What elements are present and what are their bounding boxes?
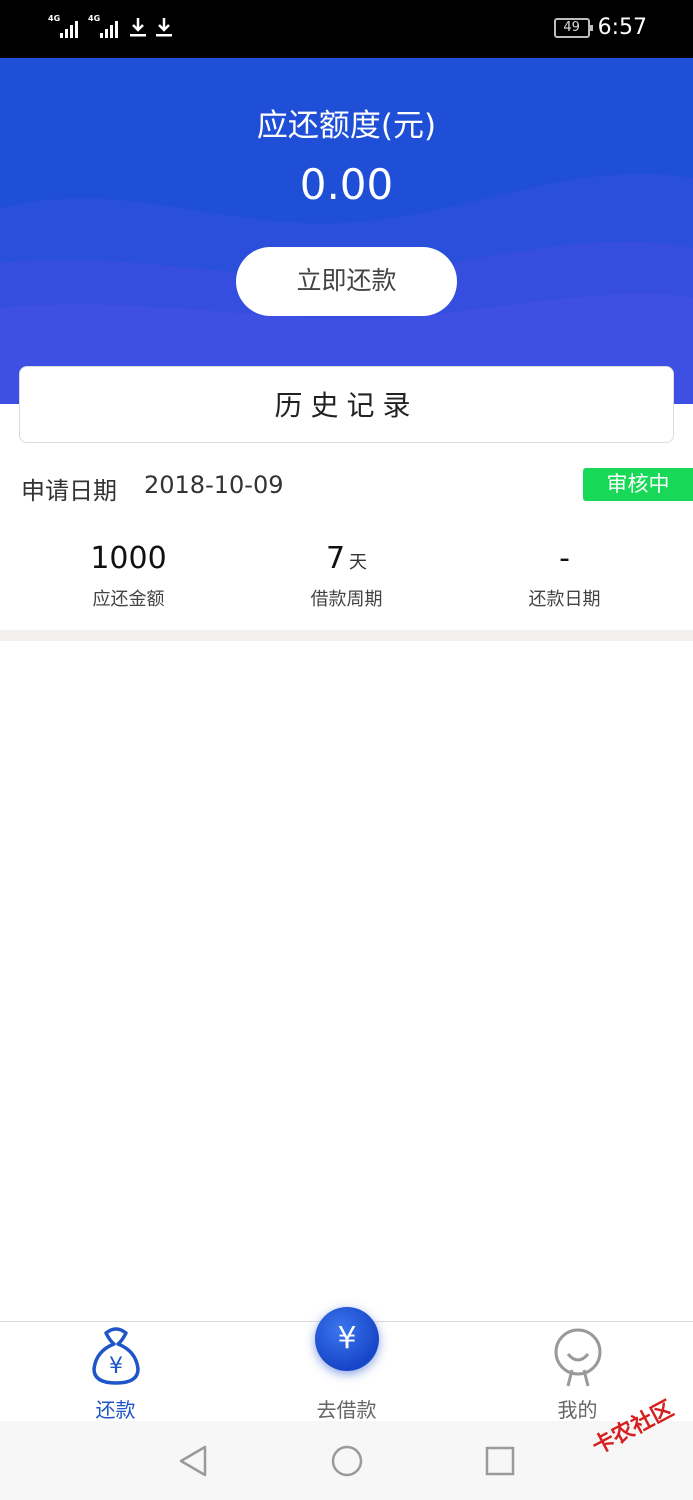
recents-square-icon[interactable] [484,1445,516,1477]
divider [0,630,693,641]
stat-repay-date: - 还款日期 [449,539,680,611]
download-icon [130,18,146,37]
status-bar: 4G 4G 49 6:57 [0,0,693,58]
amount-value: 1000 [90,541,167,576]
nav-repay[interactable]: ¥ 还款 [0,1322,231,1422]
period-label: 借款周期 [310,589,383,610]
battery-icon: 49 [553,17,593,38]
nav-repay-label: 还款 [95,1398,136,1422]
money-bag-icon: ¥ [92,1327,140,1385]
stat-amount: 1000 应还金额 [13,539,244,611]
network-type: 4G [48,14,61,23]
repay-now-button[interactable]: 立即还款 [236,247,457,316]
smile-face-icon [554,1328,602,1387]
period-unit: 天 [349,552,368,573]
network-type-2: 4G [88,14,101,23]
stat-period: 7天 借款周期 [231,539,462,611]
history-records-tab[interactable]: 历史记录 [19,366,674,443]
repay-date-label: 还款日期 [528,589,601,610]
back-triangle-icon[interactable] [177,1444,209,1478]
repay-header: 应还额度(元) 0.00 立即还款 [0,58,693,404]
status-left: 4G 4G [48,14,174,38]
nav-borrow-label: 去借款 [316,1398,377,1422]
download-icon-2 [156,18,172,37]
yuan-icon[interactable]: ¥ [315,1307,379,1371]
home-circle-icon[interactable] [330,1444,364,1478]
bag-yuan-symbol: ¥ [109,1354,123,1379]
repay-date-value: - [559,541,570,576]
status-badge: 审核中 [583,468,693,501]
loan-record[interactable]: 申请日期 2018-10-09 审核中 1000 应还金额 7天 借款周期 - … [0,443,693,630]
apply-date-value: 2018-10-09 [144,471,284,499]
clock: 6:57 [597,15,647,40]
amount-label: 应还金额 [92,589,165,610]
period-value: 7 [325,541,346,576]
signal-icon: 4G [48,14,82,38]
signal-icon-2: 4G [88,14,122,38]
apply-date-label: 申请日期 [21,477,117,505]
status-right: 49 6:57 [553,15,647,40]
repay-amount-title: 应还额度(元) [256,108,437,144]
repay-amount-value: 0.00 [299,160,394,209]
